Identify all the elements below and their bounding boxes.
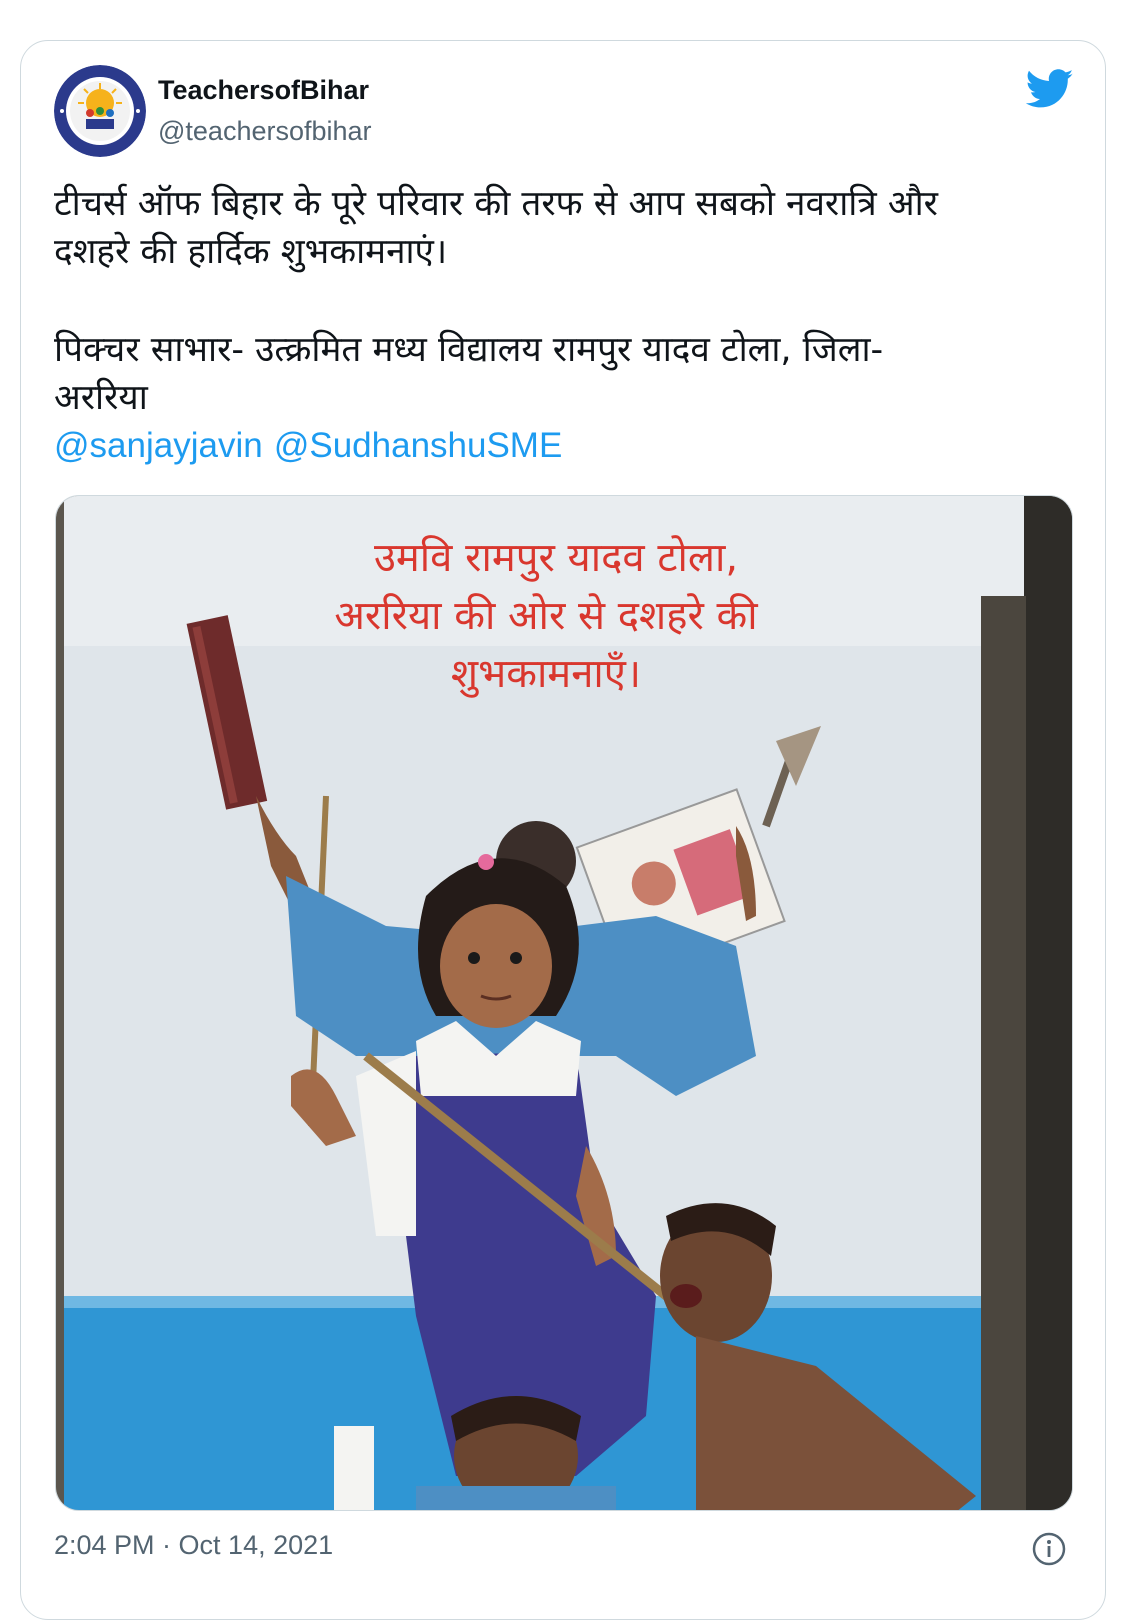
- info-icon[interactable]: [1031, 1531, 1067, 1567]
- display-name[interactable]: TeachersofBihar: [158, 75, 369, 106]
- wall-text-line: उमवि रामपुर यादव टोला,: [374, 535, 738, 582]
- wall-text-line: अररिया की ओर से दशहरे की: [334, 593, 758, 639]
- tweet-text: टीचर्स ऑफ बिहार के पूरे परिवार की तरफ से…: [54, 180, 1074, 470]
- tweet-photo[interactable]: उमवि रामपुर यादव टोला, अररिया की ओर से द…: [55, 495, 1073, 1511]
- wall-text-line: शुभकामनाएँ।: [451, 651, 641, 698]
- avatar[interactable]: [54, 65, 146, 157]
- credit-text-line: अररिया: [54, 378, 148, 418]
- mention-link[interactable]: @SudhanshuSME: [274, 426, 562, 465]
- tweet-text-line: दशहरे की हार्दिक शुभकामनाएं।: [54, 232, 448, 272]
- photo-illustration: उमवि रामपुर यादव टोला, अररिया की ओर से द…: [56, 496, 1072, 1510]
- tweet-text-line: टीचर्स ऑफ बिहार के पूरे परिवार की तरफ से…: [54, 184, 938, 224]
- tweet-card[interactable]: TeachersofBihar @teachersofbihar टीचर्स …: [20, 40, 1106, 1620]
- credit-text-line: पिक्चर साभार- उत्क्रमित मध्य विद्यालय रा…: [54, 330, 884, 370]
- mention-link[interactable]: @sanjayjavin: [54, 426, 263, 465]
- user-handle[interactable]: @teachersofbihar: [158, 116, 372, 147]
- twitter-bird-icon[interactable]: [1025, 69, 1074, 109]
- tweet-timestamp[interactable]: 2:04 PM · Oct 14, 2021: [54, 1530, 333, 1561]
- logo-badge: [54, 65, 146, 157]
